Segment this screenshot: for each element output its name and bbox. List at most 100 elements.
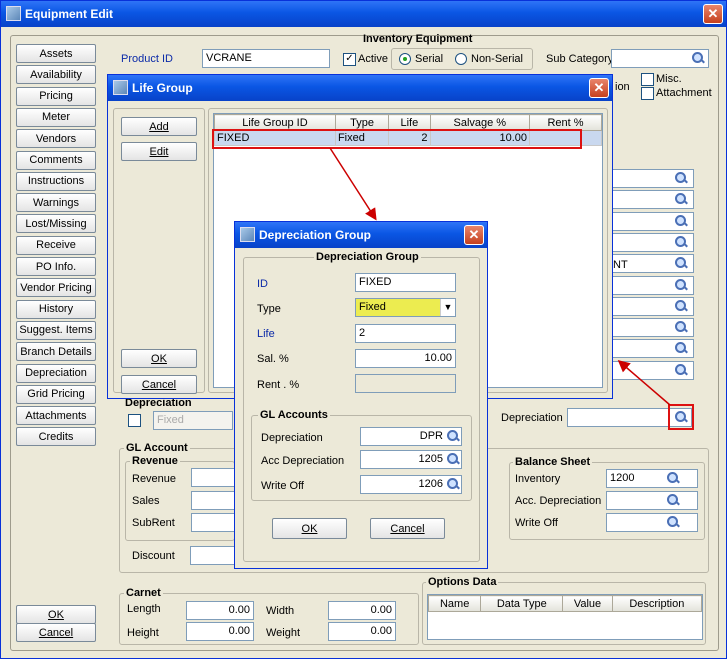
dep-group-title: Depreciation Group xyxy=(314,251,421,263)
revenue-field[interactable] xyxy=(191,468,236,487)
sidebar-item-po-info[interactable]: PO Info. xyxy=(16,257,96,276)
active-checkbox[interactable]: ✓ xyxy=(343,53,356,66)
options-table: Name Data Type Value Description xyxy=(427,595,703,612)
options-column-header[interactable]: Name xyxy=(427,595,482,612)
width-field[interactable]: 0.00 xyxy=(328,601,396,620)
attachment-checkbox[interactable] xyxy=(641,87,654,100)
depreciation-checkbox[interactable] xyxy=(128,414,141,427)
lookup-search-icon[interactable] xyxy=(674,341,688,355)
inventory-search-icon[interactable] xyxy=(666,471,680,485)
sidebar-item-grid-pricing[interactable]: Grid Pricing xyxy=(16,384,96,404)
gl-account-title: GL Account xyxy=(124,442,190,454)
sidebar-item-credits[interactable]: Credits xyxy=(16,427,96,447)
length-field[interactable]: 0.00 xyxy=(186,601,254,620)
lookup-search-icon[interactable] xyxy=(674,299,688,313)
write-off-gl-label: Write Off xyxy=(261,480,304,492)
sidebar-item-meter[interactable]: Meter xyxy=(16,107,96,127)
lookup-search-icon[interactable] xyxy=(674,256,688,270)
acc-dep-label: Acc Depreciation xyxy=(261,455,345,467)
depreciation-group-title: Depreciation Group xyxy=(259,228,372,242)
sidebar-item-suggest-items[interactable]: Suggest. Items xyxy=(16,320,96,340)
height-field[interactable]: 0.00 xyxy=(186,622,254,641)
partial-nt-label: NT xyxy=(613,259,628,271)
main-cancel-label: Cancel xyxy=(38,626,74,639)
options-column-header[interactable]: Description xyxy=(611,595,703,612)
misc-checkbox[interactable] xyxy=(641,73,654,86)
acc-depreciation-gl-field[interactable] xyxy=(606,491,698,510)
sidebar-item-branch-details[interactable]: Branch Details xyxy=(16,342,96,362)
sidebar-item-assets[interactable]: Assets xyxy=(16,44,96,63)
sidebar-item-pricing[interactable]: Pricing xyxy=(16,86,96,106)
serial-radio[interactable] xyxy=(399,53,411,65)
sidebar-item-label: Comments xyxy=(29,154,83,166)
life-cancel-button[interactable]: Cancel xyxy=(121,375,197,394)
inventory-gl-field[interactable]: 1200 xyxy=(606,469,698,488)
life-field[interactable]: 2 xyxy=(355,324,456,343)
lookup-search-icon[interactable] xyxy=(674,214,688,228)
sidebar-item-vendors[interactable]: Vendors xyxy=(16,129,96,149)
life-group-title: Life Group xyxy=(132,81,193,95)
sidebar-item-vendor-pricing[interactable]: Vendor Pricing xyxy=(16,278,96,298)
sidebar-item-availability[interactable]: Availability xyxy=(16,65,96,85)
dep-ok-button[interactable]: OK xyxy=(272,518,347,539)
life-group-close-icon[interactable]: ✕ xyxy=(589,78,609,98)
life-ok-button[interactable]: OK xyxy=(121,349,197,368)
chevron-down-icon[interactable]: ▼ xyxy=(440,299,455,316)
main-ok-button[interactable]: OK xyxy=(16,605,96,624)
sub-category-search-icon[interactable] xyxy=(691,51,705,65)
sal-field[interactable]: 10.00 xyxy=(355,349,456,368)
rent-label: Rent . % xyxy=(257,379,300,391)
depreciation-close-icon[interactable]: ✕ xyxy=(464,225,484,245)
main-cancel-button[interactable]: Cancel xyxy=(16,623,96,642)
sales-label: Sales xyxy=(132,495,160,507)
life-group-titlebar[interactable]: Life Group ✕ xyxy=(108,75,612,101)
lookup-search-icon[interactable] xyxy=(674,171,688,185)
lookup-search-icon[interactable] xyxy=(674,363,688,377)
write-off-dep-search-icon[interactable] xyxy=(446,477,460,491)
depreciation-search-icon[interactable] xyxy=(674,410,688,424)
subrent-field[interactable] xyxy=(191,513,236,532)
product-id-field[interactable]: VCRANE xyxy=(202,49,330,68)
id-field[interactable]: FIXED xyxy=(355,273,456,292)
depreciation-lookup-label: Depreciation xyxy=(501,412,563,424)
sidebar-item-comments[interactable]: Comments xyxy=(16,150,96,170)
write-off-search-icon[interactable] xyxy=(666,515,680,529)
non-serial-radio[interactable] xyxy=(455,53,467,65)
lookup-search-icon[interactable] xyxy=(674,278,688,292)
weight-field[interactable]: 0.00 xyxy=(328,622,396,641)
sidebar-item-warnings[interactable]: Warnings xyxy=(16,193,96,213)
options-table-container[interactable]: Name Data Type Value Description xyxy=(427,594,703,640)
sidebar-item-depreciation[interactable]: Depreciation xyxy=(16,363,96,383)
sidebar-item-receive[interactable]: Receive xyxy=(16,235,96,255)
sal-label: Sal. % xyxy=(257,353,289,365)
depreciation-group-titlebar[interactable]: Depreciation Group ✕ xyxy=(235,222,487,248)
sidebar-item-lost-missing[interactable]: Lost/Missing xyxy=(16,214,96,234)
write-off-gl-field[interactable] xyxy=(606,513,698,532)
lookup-search-icon[interactable] xyxy=(674,235,688,249)
sales-field[interactable] xyxy=(191,491,236,510)
sidebar-item-instructions[interactable]: Instructions xyxy=(16,171,96,191)
depreciation-group-icon xyxy=(240,227,255,242)
main-title: Equipment Edit xyxy=(25,7,113,21)
sidebar-item-history[interactable]: History xyxy=(16,299,96,319)
balance-sheet-title: Balance Sheet xyxy=(513,456,593,468)
misc-label: Misc. xyxy=(656,73,682,85)
options-data-title: Options Data xyxy=(426,576,499,588)
gl-depreciation-search-icon[interactable] xyxy=(446,429,460,443)
add-button[interactable]: Add xyxy=(121,117,197,136)
options-column-header[interactable]: Value xyxy=(562,595,613,612)
discount-label: Discount xyxy=(132,550,175,562)
acc-depreciation-search-icon[interactable] xyxy=(666,493,680,507)
acc-dep-search-icon[interactable] xyxy=(446,452,460,466)
revenue-label: Revenue xyxy=(132,473,177,485)
edit-button-label: Edit xyxy=(149,145,169,158)
sidebar-item-attachments[interactable]: Attachments xyxy=(16,406,96,426)
edit-button[interactable]: Edit xyxy=(121,142,197,161)
dep-cancel-button[interactable]: Cancel xyxy=(370,518,445,539)
main-titlebar[interactable]: Equipment Edit ✕ xyxy=(1,1,726,27)
lookup-search-icon[interactable] xyxy=(674,192,688,206)
discount-field[interactable] xyxy=(190,546,236,565)
close-icon[interactable]: ✕ xyxy=(703,4,723,24)
lookup-search-icon[interactable] xyxy=(674,320,688,334)
options-column-header[interactable]: Data Type xyxy=(480,595,564,612)
